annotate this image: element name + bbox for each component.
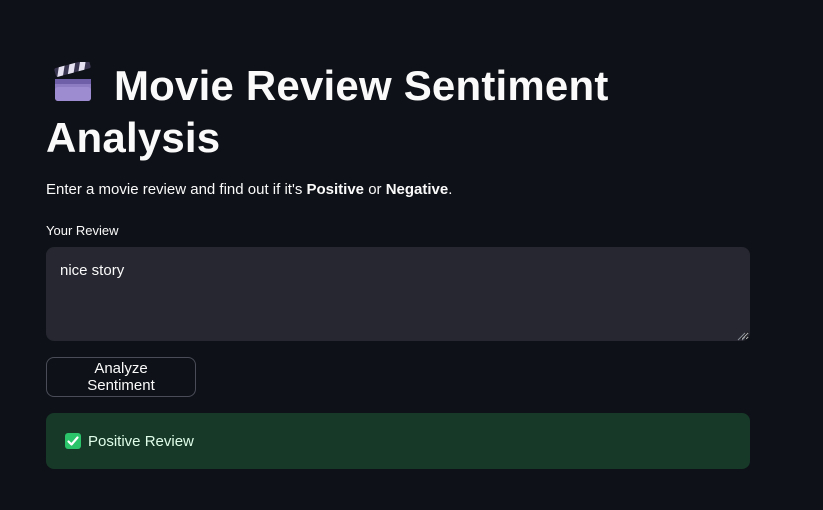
resize-grip-icon[interactable]	[736, 328, 746, 341]
clapper-board-icon	[52, 59, 94, 104]
result-text: Positive Review	[88, 432, 194, 450]
review-textarea[interactable]: nice story	[46, 247, 750, 341]
intro-text: Enter a movie review and find out if it'…	[46, 180, 452, 200]
intro-middle: or	[364, 181, 386, 198]
result-alert: Positive Review	[46, 413, 750, 469]
analyze-sentiment-button[interactable]: Analyze Sentiment	[46, 357, 196, 397]
page-title-text: Movie Review Sentiment Analysis	[46, 62, 609, 161]
intro-negative-word: Negative	[385, 181, 449, 198]
review-label: Your Review	[46, 223, 119, 238]
app-root: Movie Review Sentiment Analysis Enter a …	[0, 0, 823, 510]
intro-suffix: .	[448, 181, 453, 198]
check-mark-icon	[65, 433, 81, 449]
intro-prefix: Enter a movie review and find out if it'…	[46, 181, 307, 198]
intro-positive-word: Positive	[306, 181, 365, 198]
page-title: Movie Review Sentiment Analysis	[46, 59, 750, 164]
